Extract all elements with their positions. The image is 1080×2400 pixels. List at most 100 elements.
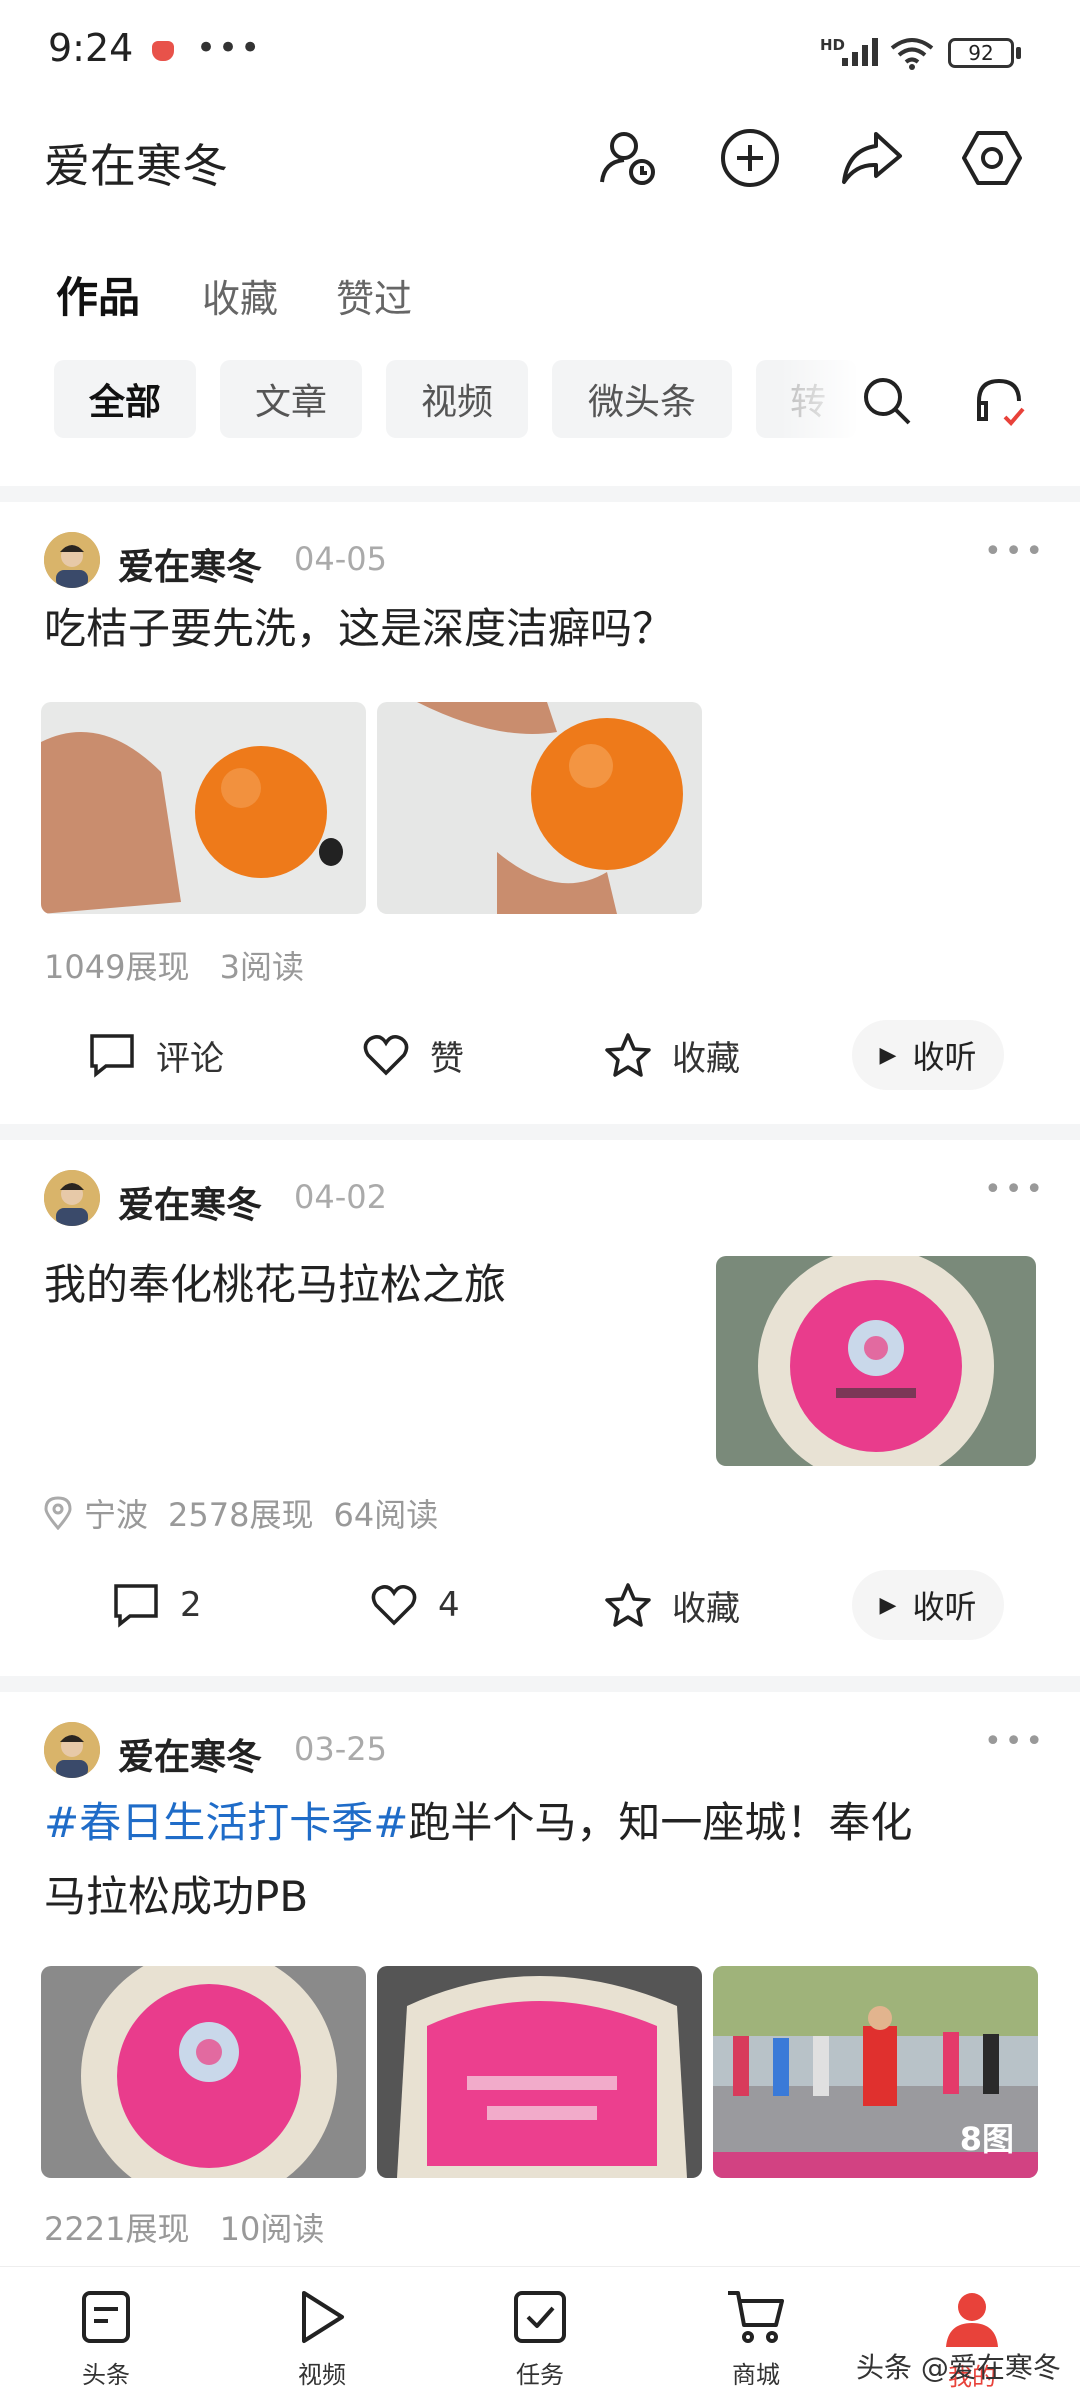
task-check-icon [514,2291,566,2343]
nav-headlines[interactable]: 头条 [46,2289,166,2390]
battery-tip [1016,47,1021,59]
listen-button[interactable]: ▶ 收听 [852,1020,1004,1090]
post-card[interactable]: 爱在寒冬 04-02 ••• 我的奉化桃花马拉松之旅 宁波 2578展现 64阅… [0,1140,1080,1684]
favorite-button[interactable]: 收藏 [604,1020,740,1090]
post-date: 03-25 [294,1730,387,1768]
image-count-badge: 8图 [959,2120,1014,2158]
post-stats: 1049展现 3阅读 [44,942,324,988]
status-bar: 9:24 ••• HD 92 [0,0,1080,100]
filter-fade [780,360,860,440]
reads-count: 10阅读 [219,2210,325,2248]
post-card[interactable]: 爱在寒冬 04-05 ••• 吃桔子要先洗，这是深度洁癖吗？ 1049展现 3阅… [0,502,1080,1122]
post-title[interactable]: #春日生活打卡季#跑半个马，知一座城！奉化 马拉松成功PB [44,1786,912,1934]
play-icon [302,2291,344,2343]
like-button[interactable]: 赞 [362,1020,464,1090]
post-title-line2: 马拉松成功PB [44,1872,309,1921]
post-image[interactable] [41,702,366,914]
avatar[interactable] [44,1170,100,1226]
comment-label: 评论 [156,1038,224,1079]
comment-count: 2 [180,1585,202,1625]
nav-tasks[interactable]: 任务 [480,2289,600,2390]
play-icon: ▶ [879,1042,897,1068]
location-icon [44,1496,72,1530]
tab-favorites[interactable]: 收藏 [202,268,278,323]
profile-icon [946,2293,998,2347]
post-image[interactable] [41,1966,366,2178]
filter-videos[interactable]: 视频 [386,360,528,438]
location-label: 宁波 [84,1496,149,1534]
nav-mall[interactable]: 商城 [696,2289,816,2390]
views-count: 1049展现 [44,948,190,986]
favorite-label: 收藏 [672,1588,740,1629]
star-icon [605,1583,651,1627]
more-options-icon[interactable]: ••• [984,1724,1046,1759]
section-divider [0,1676,1080,1692]
comment-icon [114,1584,158,1628]
favorite-label: 收藏 [672,1038,740,1079]
author-name[interactable]: 爱在寒冬 [118,1728,262,1780]
search-icon[interactable] [852,366,922,436]
post-title-text: 跑半个马，知一座城！奉化 [408,1798,913,1847]
cart-icon [728,2291,784,2343]
more-options-icon[interactable]: ••• [984,534,1046,569]
wifi-icon [890,38,934,70]
comment-button[interactable]: 2 [112,1570,202,1640]
section-divider [0,1124,1080,1140]
nav-headlines-label: 头条 [82,2361,130,2389]
document-icon [82,2291,130,2343]
listen-label: 收听 [912,1038,977,1076]
post-card[interactable]: 爱在寒冬 03-25 ••• #春日生活打卡季#跑半个马，知一座城！奉化 马拉松… [0,1692,1080,2252]
reads-count: 64阅读 [333,1496,439,1534]
tab-liked[interactable]: 赞过 [336,268,412,323]
like-button[interactable]: 4 [370,1570,460,1640]
content-tabs: 作品 收藏 赞过 [0,260,1080,330]
share-icon[interactable] [836,122,908,194]
like-count: 4 [438,1585,460,1625]
listen-button[interactable]: ▶ 收听 [852,1570,1004,1640]
avatar[interactable] [44,1722,100,1778]
play-icon: ▶ [879,1592,897,1618]
author-name[interactable]: 爱在寒冬 [118,1176,262,1228]
battery-indicator: 92 [948,38,1014,68]
user-clock-icon[interactable] [592,122,664,194]
headset-icon[interactable] [964,366,1034,436]
listen-label: 收听 [912,1588,977,1626]
post-actions: 评论 赞 收藏 ▶ 收听 [0,1020,1080,1090]
plus-circle-icon[interactable] [714,122,786,194]
nav-video-label: 视频 [298,2361,346,2389]
like-label: 赞 [430,1038,464,1079]
section-divider [0,486,1080,502]
post-title[interactable]: 吃桔子要先洗，这是深度洁癖吗？ [44,592,674,666]
health-icon [152,41,174,61]
post-image[interactable]: 8图 [713,1966,1038,2178]
post-date: 04-02 [294,1178,387,1216]
comment-icon [90,1034,134,1078]
avatar[interactable] [44,532,100,588]
views-count: 2578展现 [168,1496,314,1534]
author-name[interactable]: 爱在寒冬 [118,538,262,590]
heart-icon [371,1585,417,1626]
status-time: 9:24 [48,26,134,70]
filter-articles[interactable]: 文章 [220,360,362,438]
watermark: 头条 @爱在寒冬 [856,2351,1061,2384]
signal-icon [842,38,878,66]
post-image[interactable] [377,1966,702,2178]
filter-all[interactable]: 全部 [54,360,196,438]
hashtag-link[interactable]: #春日生活打卡季# [44,1798,408,1847]
status-more-icon: ••• [196,28,263,68]
post-image[interactable] [377,702,702,914]
favorite-button[interactable]: 收藏 [604,1570,740,1640]
filter-micro-posts[interactable]: 微头条 [552,360,732,438]
profile-title: 爱在寒冬 [44,139,228,193]
post-image[interactable] [716,1256,1036,1466]
settings-icon[interactable] [956,122,1028,194]
views-count: 2221展现 [44,2210,190,2248]
comment-button[interactable]: 评论 [88,1020,224,1090]
more-options-icon[interactable]: ••• [984,1172,1046,1207]
nav-mall-label: 商城 [732,2361,780,2389]
tab-works[interactable]: 作品 [56,264,140,325]
post-title[interactable]: 我的奉化桃花马拉松之旅 [44,1248,506,1322]
post-stats: 宁波 2578展现 64阅读 [44,1490,458,1536]
nav-video[interactable]: 视频 [262,2289,382,2390]
profile-header: 爱在寒冬 [0,110,1080,230]
